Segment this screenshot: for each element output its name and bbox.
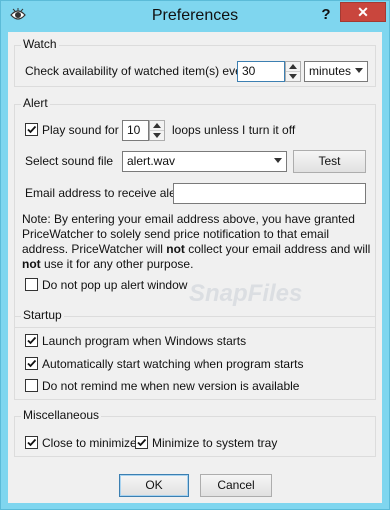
close-minimize-label: Close to minimize	[42, 436, 137, 450]
note-text-2: collect your email address and will	[184, 242, 371, 256]
sound-file-value: alert.wav	[127, 154, 176, 168]
misc-group-title: Miscellaneous	[21, 408, 102, 422]
checkmark-icon	[27, 125, 37, 134]
alert-group-title: Alert	[21, 96, 50, 110]
loops-down-button[interactable]	[150, 131, 164, 140]
interval-up-button[interactable]	[286, 62, 300, 72]
test-sound-button[interactable]: Test	[293, 150, 366, 173]
close-minimize-checkbox[interactable]	[25, 436, 38, 449]
loops-up-button[interactable]	[150, 121, 164, 131]
auto-watch-checkbox[interactable]	[25, 357, 38, 370]
interval-down-button[interactable]	[286, 72, 300, 81]
preferences-window: Preferences ? ✕ Watch Check availability…	[0, 0, 390, 510]
cancel-button[interactable]: Cancel	[200, 474, 272, 497]
note-text-3: use it for any other purpose.	[40, 257, 194, 271]
system-tray-checkbox[interactable]	[135, 436, 148, 449]
launch-label: Launch program when Windows starts	[42, 334, 247, 348]
loops-spinner[interactable]	[149, 120, 165, 141]
interval-unit-select[interactable]: minutes	[304, 61, 368, 82]
no-remind-checkbox[interactable]	[25, 379, 38, 392]
email-label: Email address to receive alert	[25, 186, 184, 200]
dialog-body: Watch Check availability of watched item…	[8, 32, 382, 503]
sound-file-select[interactable]: alert.wav	[122, 151, 287, 172]
watermark-logo: SnapFiles	[189, 280, 303, 307]
sound-file-label: Select sound file	[25, 154, 114, 168]
play-sound-label: Play sound for	[42, 123, 119, 137]
interval-input[interactable]: 30	[237, 61, 285, 82]
no-popup-checkbox[interactable]	[25, 278, 38, 291]
interval-spinner[interactable]	[285, 61, 301, 82]
watch-group-title: Watch	[21, 37, 59, 51]
no-remind-label: Do not remind me when new version is ava…	[42, 379, 300, 393]
system-tray-label: Minimize to system tray	[152, 436, 278, 450]
checkmark-icon	[27, 336, 37, 345]
checkmark-icon	[137, 438, 147, 447]
arrow-down-icon	[153, 133, 161, 138]
chevron-down-icon	[274, 158, 282, 163]
play-sound-checkbox[interactable]	[25, 123, 38, 136]
arrow-down-icon	[289, 74, 297, 79]
interval-unit-value: minutes	[309, 64, 352, 78]
check-interval-label: Check availability of watched item(s) ev…	[25, 64, 252, 78]
note-bold-2: not	[22, 257, 41, 271]
checkmark-icon	[27, 438, 37, 447]
arrow-up-icon	[289, 64, 297, 69]
close-button[interactable]: ✕	[340, 2, 386, 22]
note-bold-1: not	[166, 242, 185, 256]
auto-watch-label: Automatically start watching when progra…	[42, 357, 304, 371]
no-popup-label: Do not pop up alert window	[42, 278, 188, 292]
arrow-up-icon	[153, 123, 161, 128]
startup-group-title: Startup	[21, 308, 64, 322]
close-icon: ✕	[357, 4, 369, 20]
privacy-note: Note: By entering your email address abo…	[22, 212, 374, 272]
loops-suffix-label: loops unless I turn it off	[172, 123, 296, 137]
email-input[interactable]	[173, 183, 366, 204]
title-bar[interactable]: Preferences ? ✕	[1, 1, 389, 32]
launch-checkbox[interactable]	[25, 334, 38, 347]
checkmark-icon	[27, 359, 37, 368]
help-button[interactable]: ?	[314, 4, 338, 26]
loops-input[interactable]: 10	[122, 120, 149, 141]
ok-button[interactable]: OK	[119, 474, 189, 497]
chevron-down-icon	[355, 68, 363, 73]
